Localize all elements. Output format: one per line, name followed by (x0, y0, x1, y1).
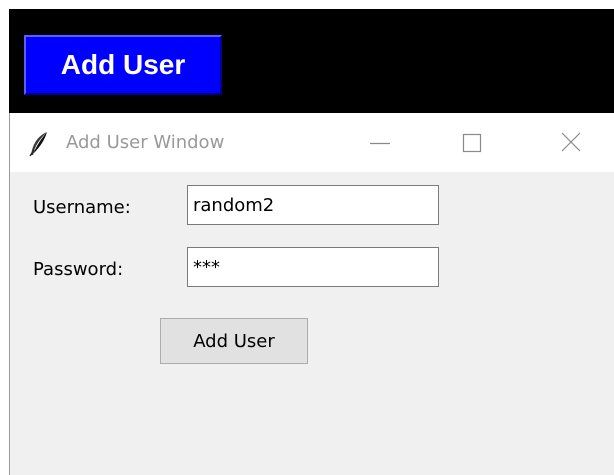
close-button[interactable] (542, 113, 602, 172)
close-icon (561, 132, 581, 152)
submit-add-user-button[interactable]: Add User (160, 318, 308, 364)
title-bar[interactable]: Add User Window (10, 113, 614, 172)
window-title: Add User Window (66, 132, 225, 153)
add-user-button[interactable]: Add User (24, 35, 222, 95)
password-input[interactable] (187, 247, 439, 287)
add-user-window: Add User Window Username: Password: Add … (9, 113, 614, 475)
username-label: Username: (33, 197, 131, 218)
maximize-button[interactable] (442, 113, 502, 172)
feather-icon (28, 131, 50, 157)
password-label: Password: (33, 259, 124, 280)
maximize-icon (462, 133, 482, 153)
minimize-button[interactable] (350, 113, 410, 172)
username-input[interactable] (187, 185, 439, 225)
minimize-icon (370, 142, 390, 145)
